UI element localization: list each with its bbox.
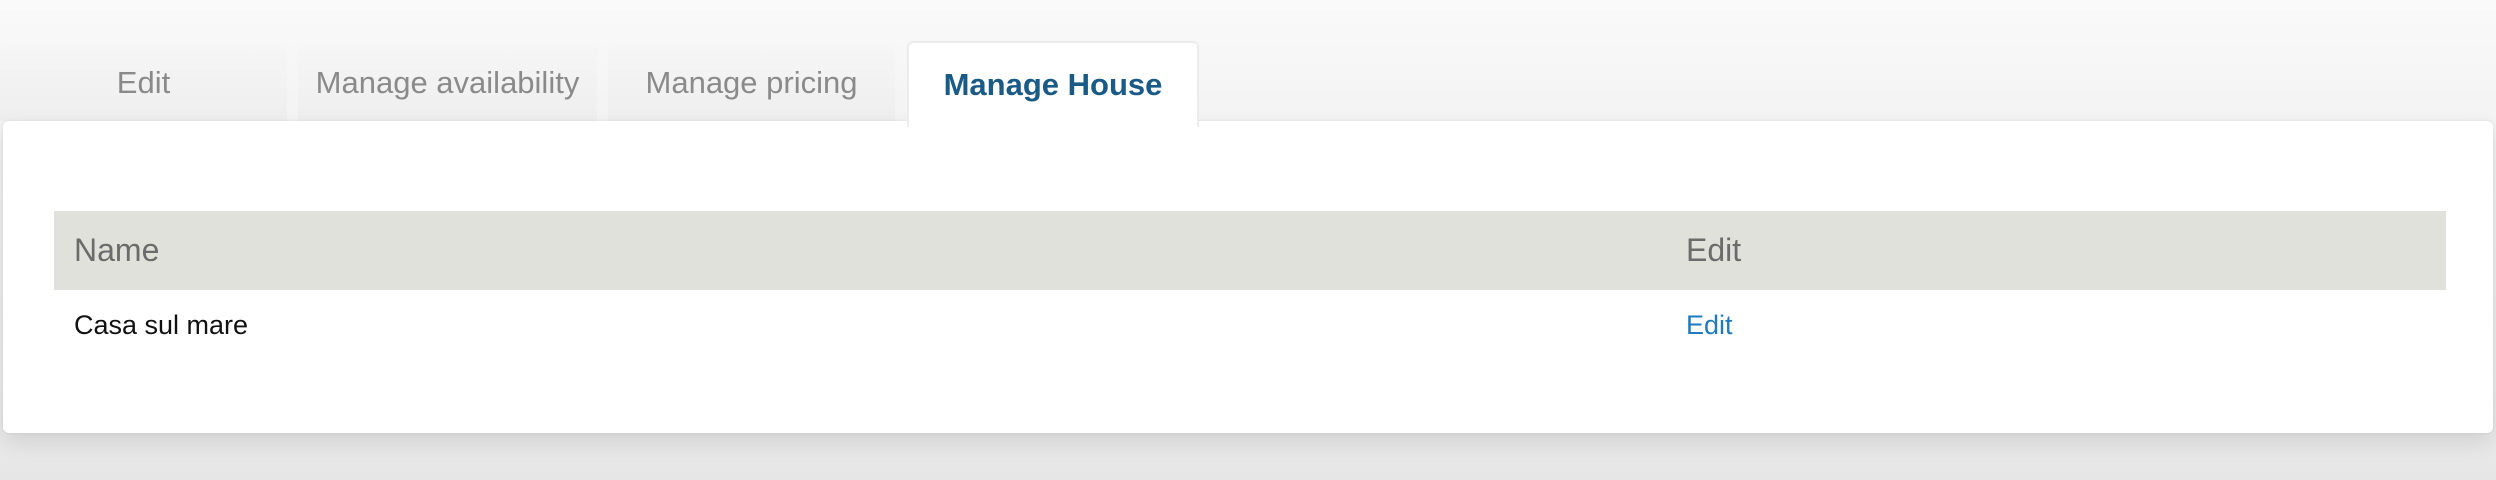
houses-table: Name Edit Casa sul mare Edit [54, 211, 2446, 360]
tab-manage-availability[interactable]: Manage availability [298, 45, 597, 121]
edit-house-link[interactable]: Edit [1686, 290, 1733, 360]
tab-content-panel: Name Edit Casa sul mare Edit [3, 121, 2493, 433]
tab-manage-pricing[interactable]: Manage pricing [608, 45, 895, 121]
column-header-edit: Edit [1686, 232, 1742, 268]
table-header: Name Edit [54, 211, 2446, 290]
column-header-name: Name [74, 232, 160, 268]
tab-manage-house[interactable]: Manage House [907, 41, 1199, 127]
tab-bar: Edit Manage availability Manage pricing … [0, 41, 2496, 127]
table-row: Casa sul mare Edit [54, 290, 2446, 360]
house-name-cell: Casa sul mare [74, 310, 249, 340]
tab-edit[interactable]: Edit [0, 45, 287, 121]
